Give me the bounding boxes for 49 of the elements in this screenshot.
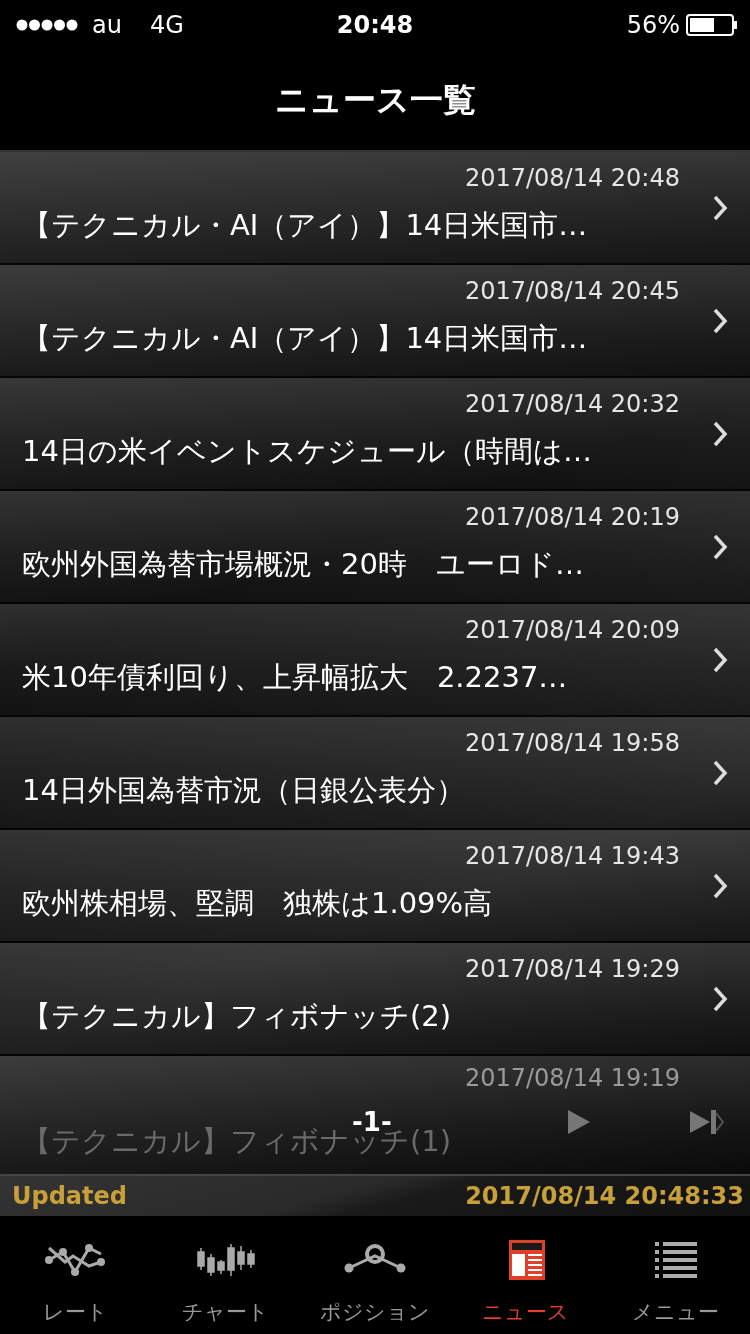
chevron-icon	[712, 646, 728, 674]
tab-item[interactable]: チャート	[150, 1216, 300, 1334]
battery-percent: 56%	[626, 11, 680, 39]
tab-item[interactable]: メニュー	[600, 1216, 750, 1334]
news-date: 2017/08/14 20:09	[463, 616, 681, 644]
news-date: 2017/08/14 19:29	[463, 955, 681, 983]
news-date: 2017/08/14 19:43	[463, 842, 681, 870]
chevron-icon	[712, 985, 728, 1013]
news-item[interactable]: 2017/08/14 20:45 【テクニカル・AI（アイ）】14日米国市…	[0, 265, 750, 378]
battery-icon	[686, 14, 738, 36]
network-label: 4G	[149, 11, 184, 39]
chevron-icon	[712, 194, 728, 222]
signal-icon	[16, 18, 78, 32]
news-title: 【テクニカル・AI（アイ）】14日米国市…	[22, 207, 588, 244]
news-title: 14日外国為替市況（日銀公表分）	[22, 772, 465, 809]
news-date: 2017/08/14 20:32	[463, 390, 681, 418]
chevron-icon	[712, 533, 728, 561]
news-title: 【テクニカル・AI（アイ）】14日米国市…	[22, 320, 588, 357]
news-date: 2017/08/14 19:19	[463, 1064, 681, 1092]
tab-item[interactable]: ポジション	[300, 1216, 450, 1334]
news-title: 欧州外国為替市場概況・20時 ユーロド…	[22, 546, 584, 583]
news-title: 欧州株相場、堅調 独株は1.09%高	[22, 885, 493, 922]
updated-label: Updated	[12, 1182, 127, 1210]
tab-item[interactable]: ニュース	[450, 1216, 600, 1334]
news-item[interactable]: 2017/08/14 20:32 14日の米イベントスケジュール（時間は…	[0, 378, 750, 491]
news-title: 米10年債利回り、上昇幅拡大 2.2237…	[22, 659, 568, 696]
news-title: 14日の米イベントスケジュール（時間は…	[22, 433, 592, 470]
news-item[interactable]: 2017/08/14 19:29 【テクニカル】フィボナッチ(2)	[0, 943, 750, 1056]
news-item[interactable]: 2017/08/14 19:58 14日外国為替市況（日銀公表分）	[0, 717, 750, 830]
news-item[interactable]: 2017/08/14 20:19 欧州外国為替市場概況・20時 ユーロド…	[0, 491, 750, 604]
news-date: 2017/08/14 20:48	[463, 164, 681, 192]
next-page-icon[interactable]	[566, 1108, 592, 1136]
status-time: 20:48	[336, 11, 414, 39]
news-title: 【テクニカル】フィボナッチ(2)	[22, 998, 452, 1035]
updated-timestamp: 2017/08/14 20:48:33	[465, 1182, 744, 1210]
news-date: 2017/08/14 20:19	[463, 503, 681, 531]
carrier-label: au	[92, 11, 122, 39]
last-page-icon[interactable]	[688, 1107, 724, 1137]
news-item[interactable]: 2017/08/14 20:48 【テクニカル・AI（アイ）】14日米国市…	[0, 152, 750, 265]
chevron-icon	[712, 420, 728, 448]
news-date: 2017/08/14 20:45	[463, 277, 681, 305]
tab-item[interactable]: レート	[0, 1216, 150, 1334]
news-item[interactable]: 2017/08/14 19:43 欧州株相場、堅調 独株は1.09%高	[0, 830, 750, 943]
screen-title: ニュース一覧	[274, 78, 476, 121]
chevron-icon	[712, 872, 728, 900]
news-date: 2017/08/14 19:58	[463, 729, 681, 757]
chevron-icon	[712, 307, 728, 335]
news-item[interactable]: 2017/08/14 20:09 米10年債利回り、上昇幅拡大 2.2237…	[0, 604, 750, 717]
chevron-icon	[712, 759, 728, 787]
